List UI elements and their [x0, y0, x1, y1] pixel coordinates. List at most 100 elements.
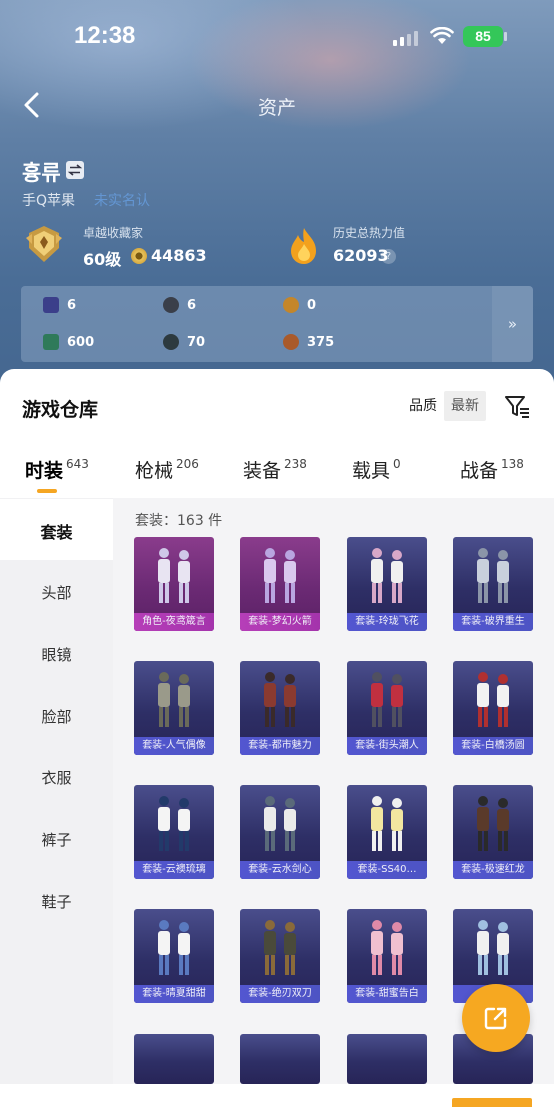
emblem-icon	[283, 297, 299, 313]
sidebar-item-pants[interactable]: 裤子	[0, 829, 113, 850]
tab-equipment[interactable]: 装备 238	[243, 456, 307, 486]
item-card[interactable]: 角色-夜鸢箴言	[134, 537, 214, 631]
sort-quality-button[interactable]: 品质	[402, 391, 444, 421]
stat-item: 70	[163, 332, 205, 352]
battery-nub	[504, 32, 507, 41]
card-icon	[43, 297, 59, 313]
tab-count: 138	[501, 457, 524, 471]
stats-more-button[interactable]: »	[492, 286, 533, 362]
stat-item: 600	[43, 332, 94, 352]
sort-toggle: 品质 最新	[402, 391, 486, 421]
tab-count: 643	[66, 457, 89, 471]
outfit-preview-image	[158, 548, 190, 603]
tab-fashion[interactable]: 时装 643	[25, 456, 89, 486]
outfit-preview-image	[477, 672, 509, 727]
heat-label: 历史总热力值	[333, 226, 406, 240]
player-name: 흉류	[22, 161, 61, 185]
item-caption: 套装-晴夏甜甜	[134, 985, 214, 1003]
item-caption: 角色-夜鸢箴言	[134, 613, 214, 631]
warehouse-title: 游戏仓库	[22, 399, 99, 421]
outfit-preview-image	[264, 672, 296, 727]
page-title: 资产	[257, 97, 296, 119]
share-button[interactable]	[462, 984, 530, 1052]
item-card-partial[interactable]	[347, 1034, 427, 1084]
tab-label: 载具	[352, 460, 391, 482]
token-icon	[283, 334, 299, 350]
stat-item: 6	[43, 295, 76, 315]
item-card[interactable]: 套装-街头潮人	[347, 661, 427, 755]
item-card-partial[interactable]	[240, 1034, 320, 1084]
stats-panel	[21, 286, 533, 362]
stat-item: 6	[163, 295, 196, 315]
tab-combat-gear[interactable]: 战备 138	[460, 456, 524, 486]
item-card[interactable]: 套装-白橋汤圆	[453, 661, 533, 755]
tab-label: 战备	[460, 460, 499, 482]
coin-count: 44863	[151, 246, 207, 265]
wifi-icon	[430, 27, 454, 44]
item-caption: 套装-云水剑心	[240, 861, 320, 879]
item-card-partial[interactable]	[134, 1034, 214, 1084]
outfit-preview-image	[477, 548, 509, 603]
item-card[interactable]: 套装-玲珑飞花	[347, 537, 427, 631]
item-card[interactable]: 套装-都市魅力	[240, 661, 320, 755]
sidebar-item-face[interactable]: 脸部	[0, 706, 113, 727]
badge-icon	[163, 297, 179, 313]
tab-count: 0	[393, 457, 401, 471]
item-card[interactable]: 套装-云水剑心	[240, 785, 320, 879]
help-icon[interactable]: ?	[381, 249, 396, 264]
stat-value: 375	[307, 334, 335, 350]
item-caption: 套装-街头潮人	[347, 737, 427, 755]
sidebar-item-clothes[interactable]: 衣服	[0, 767, 113, 788]
item-caption: 套装-白橋汤圆	[453, 737, 533, 755]
outfit-preview-image	[371, 548, 403, 603]
coin-icon	[131, 248, 147, 264]
ticket-icon	[43, 334, 59, 350]
orb-icon	[163, 334, 179, 350]
suit-count: 套装：163 件	[135, 513, 223, 529]
outfit-preview-image	[158, 796, 190, 851]
item-card[interactable]: 套装-梦幻火箭	[240, 537, 320, 631]
stat-value: 0	[307, 297, 317, 313]
outfit-preview-image	[371, 672, 403, 727]
item-card[interactable]: 套装-绝刃双刀	[240, 909, 320, 1003]
sidebar-item-head[interactable]: 头部	[0, 582, 113, 603]
medal-icon	[26, 226, 62, 262]
outfit-preview-image	[371, 796, 403, 851]
status-time: 12:38	[74, 22, 136, 49]
outfit-preview-image	[477, 796, 509, 851]
tab-label: 枪械	[135, 460, 174, 482]
share-icon	[484, 1007, 507, 1030]
item-card[interactable]: 套装-极速红龙	[453, 785, 533, 879]
swap-icon[interactable]	[66, 161, 84, 179]
item-caption: 套装-玲珑飞花	[347, 613, 427, 631]
outfit-preview-image	[158, 672, 190, 727]
item-card[interactable]: 套装-云襖琉璃	[134, 785, 214, 879]
stat-value: 600	[67, 334, 95, 350]
sort-newest-button[interactable]: 最新	[444, 391, 486, 421]
sidebar-item-suits[interactable]: 套装	[0, 519, 113, 543]
item-card[interactable]: 套装-破界重生	[453, 537, 533, 631]
item-card[interactable]: 套装-人气偶像	[134, 661, 214, 755]
collector-level: 60级	[83, 250, 122, 269]
bottom-action-accent[interactable]	[452, 1098, 532, 1107]
item-caption: 套装-甜蜜告白	[347, 985, 427, 1003]
tab-count: 206	[176, 457, 199, 471]
verification-tag: 未实名认	[94, 193, 150, 209]
filter-icon[interactable]	[503, 392, 531, 420]
item-caption: 套装-绝刃双刀	[240, 985, 320, 1003]
tab-count: 238	[284, 457, 307, 471]
item-caption: 套装-破界重生	[453, 613, 533, 631]
item-caption: 套装-都市魅力	[240, 737, 320, 755]
stat-value: 70	[187, 334, 206, 350]
item-card[interactable]: 套装-晴夏甜甜	[134, 909, 214, 1003]
tab-vehicles[interactable]: 载具 0	[352, 456, 401, 486]
tab-weapons[interactable]: 枪械 206	[135, 456, 199, 486]
battery-indicator: 85	[463, 26, 503, 47]
stat-item: 0	[283, 295, 316, 315]
stat-value: 6	[67, 297, 77, 313]
item-card[interactable]: 套装-甜蜜告白	[347, 909, 427, 1003]
sidebar-item-glasses[interactable]: 眼镜	[0, 644, 113, 665]
item-card[interactable]: 套装-SS40…	[347, 785, 427, 879]
sidebar-item-shoes[interactable]: 鞋子	[0, 891, 113, 912]
item-caption: 套装-SS40…	[347, 861, 427, 879]
